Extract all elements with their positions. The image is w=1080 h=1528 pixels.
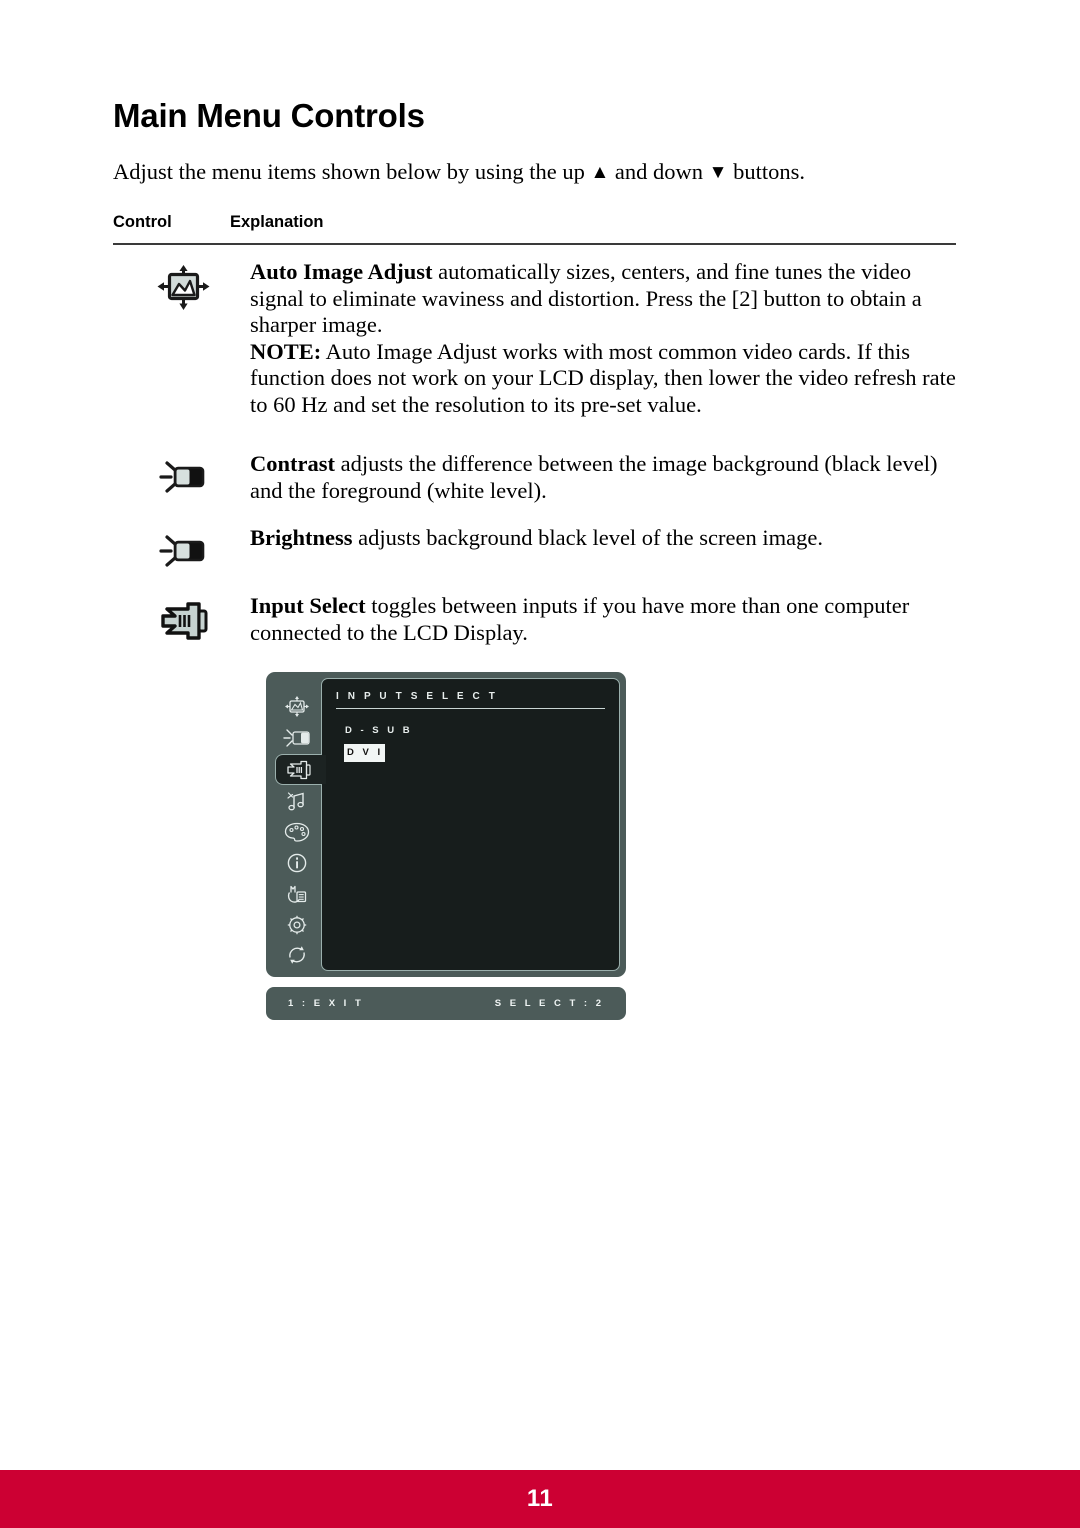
up-arrow-icon: ▲: [590, 162, 610, 183]
table-row: Contrast adjusts the difference between …: [113, 451, 958, 504]
auto-image-adjust-label: Auto Image Adjust: [250, 259, 433, 284]
osd-footer-bar: 1 : E X I T S E L E C T : 2: [266, 987, 626, 1020]
input-select-icon: [113, 593, 250, 643]
osd-screen: I N P U T S E L E C T D - S U B D V I: [321, 678, 620, 971]
osd-title-divider: [336, 708, 605, 709]
column-header-control: Control: [113, 213, 172, 231]
document-page: Main Menu Controls Adjust the menu items…: [0, 0, 1080, 1528]
brightness-description: Brightness adjusts background black leve…: [250, 525, 958, 552]
intro-paragraph: Adjust the menu items shown below by usi…: [113, 157, 958, 188]
osd-option-row: D - S U B: [336, 721, 605, 743]
contrast-body: adjusts the difference between the image…: [250, 451, 938, 503]
osd-manual-image-adjust-icon[interactable]: [275, 878, 319, 909]
osd-screenshot: I N P U T S E L E C T D - S U B D V I 1 …: [266, 672, 626, 1020]
osd-exit-hint[interactable]: 1 : E X I T: [288, 998, 364, 1009]
note-label: NOTE:: [250, 338, 322, 364]
page-content: Main Menu Controls Adjust the menu items…: [113, 96, 958, 1020]
brightness-label: Brightness: [250, 525, 353, 550]
brightness-body: adjusts background black level of the sc…: [352, 525, 823, 550]
osd-audio-icon[interactable]: [275, 785, 319, 816]
osd-information-icon[interactable]: [275, 847, 319, 878]
osd-panel: I N P U T S E L E C T D - S U B D V I: [266, 672, 626, 977]
input-select-description: Input Select toggles between inputs if y…: [250, 593, 958, 646]
contrast-label: Contrast: [250, 451, 335, 476]
osd-option-dvi-selected[interactable]: D V I: [344, 744, 386, 762]
page-footer-bar: 11: [0, 1470, 1080, 1528]
intro-text-before: Adjust the menu items shown below by usi…: [113, 159, 591, 184]
table-row: Brightness adjusts background black leve…: [113, 525, 958, 571]
table-header-row: Control Explanation: [113, 213, 958, 232]
intro-text-middle: and down: [609, 159, 709, 184]
table-row: Input Select toggles between inputs if y…: [113, 593, 958, 646]
controls-table-body: Auto Image Adjust automatically sizes, c…: [113, 259, 958, 1020]
osd-brightness-contrast-icon[interactable]: [275, 723, 319, 754]
row-spacer: [113, 504, 958, 525]
osd-option-row: D V I: [336, 743, 605, 766]
page-number: 11: [526, 1485, 554, 1512]
brightness-icon: [113, 525, 250, 571]
osd-setup-menu-icon[interactable]: [275, 909, 319, 940]
osd-color-adjust-icon[interactable]: [275, 816, 319, 847]
intro-text-after: buttons.: [727, 159, 805, 184]
osd-title: I N P U T S E L E C T: [336, 691, 498, 702]
input-select-label: Input Select: [250, 593, 366, 618]
down-arrow-icon: ▼: [708, 162, 728, 183]
auto-image-adjust-icon: [113, 259, 250, 311]
osd-memory-recall-icon[interactable]: [275, 940, 319, 971]
row-spacer: [113, 571, 958, 593]
osd-sidebar: [272, 678, 326, 971]
table-row: Auto Image Adjust automatically sizes, c…: [113, 259, 958, 418]
page-title: Main Menu Controls: [113, 97, 425, 134]
auto-image-adjust-description: Auto Image Adjust automatically sizes, c…: [250, 259, 958, 418]
header-divider: [113, 243, 956, 245]
contrast-icon: [113, 451, 250, 497]
row-spacer: [113, 418, 958, 451]
contrast-description: Contrast adjusts the difference between …: [250, 451, 958, 504]
osd-select-hint[interactable]: S E L E C T : 2: [495, 998, 604, 1009]
note-body: Auto Image Adjust works with most common…: [250, 338, 956, 417]
column-header-explanation: Explanation: [230, 213, 324, 231]
osd-option-dsub[interactable]: D - S U B: [345, 723, 413, 739]
osd-input-select-icon[interactable]: [274, 753, 326, 786]
osd-auto-image-adjust-icon[interactable]: [275, 692, 319, 723]
